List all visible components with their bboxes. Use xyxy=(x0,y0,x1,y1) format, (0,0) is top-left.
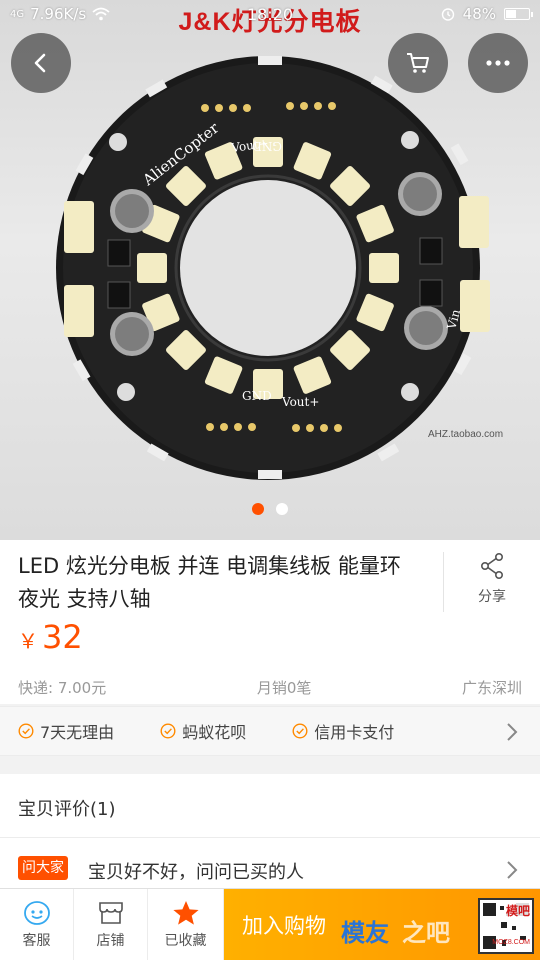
service-guarantees[interactable]: 7天无理由 蚂蚁花呗 信用卡支付 xyxy=(0,706,540,756)
more-button[interactable] xyxy=(468,33,528,93)
watermark-text: 之吧 xyxy=(402,920,450,947)
reviews-section[interactable]: 宝贝评价(1) xyxy=(0,774,540,838)
add-to-cart-label: 加入购物 xyxy=(242,913,326,938)
ask-buyers-row[interactable]: 问大家 宝贝好不好，问问已买的人 xyxy=(0,838,540,890)
customer-service-icon xyxy=(23,901,50,925)
favorite-tab[interactable]: 已收藏 xyxy=(148,889,224,960)
monthly-sales: 月销0笔 xyxy=(256,679,312,697)
price-value: 32 xyxy=(42,618,83,656)
image-shop-watermark: AHZ.taobao.com xyxy=(428,429,504,440)
service-label: 7天无理由 xyxy=(40,723,115,742)
product-photo: AlienCopter GND Vout+ GND Vout+ Vin xyxy=(56,56,490,480)
shipping-fee: 快递: 7.00元 xyxy=(18,679,107,697)
service-label: 信用卡支付 xyxy=(314,723,395,742)
star-icon xyxy=(172,901,199,925)
ask-badge: 问大家 xyxy=(18,856,68,880)
price-currency: ￥ xyxy=(18,629,38,653)
store-label: 店铺 xyxy=(96,933,125,949)
product-meta: 快递: 7.00元 月销0笔 广东深圳 xyxy=(18,677,522,698)
add-to-cart-button[interactable]: 加入购物 模友 之吧 模吧 MOZ8.COM xyxy=(224,889,540,960)
carousel-dot-active xyxy=(252,503,264,515)
led-pad xyxy=(369,253,399,283)
store-tab[interactable]: 店铺 xyxy=(74,889,148,960)
ask-text: 宝贝好不好，问问已买的人 xyxy=(88,862,304,883)
chevron-left-icon xyxy=(34,53,46,73)
battery-percent: 48% xyxy=(462,5,496,23)
watermark-url: MOZ8.COM xyxy=(492,939,530,946)
battery-icon xyxy=(504,8,533,20)
board-gnd-bottom-label: GND xyxy=(242,389,272,403)
ship-location: 广东深圳 xyxy=(461,679,522,697)
check-circle-icon xyxy=(160,723,176,739)
store-icon xyxy=(98,902,123,924)
back-button[interactable] xyxy=(11,33,71,93)
customer-service-label: 客服 xyxy=(22,933,51,949)
signal-indicator: 4G xyxy=(10,8,25,20)
reviews-title: 宝贝评价(1) xyxy=(18,799,116,820)
product-title: LED 炫光分电板 并连 电调集线板 能量环 夜光 支持八轴 xyxy=(18,554,401,611)
share-icon xyxy=(480,552,503,579)
product-image-carousel[interactable]: AlienCopter GND Vout+ GND Vout+ Vin J&K灯… xyxy=(0,0,540,540)
carousel-indicator xyxy=(0,503,540,515)
check-circle-icon xyxy=(292,723,308,739)
cart-icon xyxy=(407,53,429,73)
service-item: 信用卡支付 xyxy=(292,719,394,743)
service-label: 蚂蚁花呗 xyxy=(182,723,247,742)
network-speed: 7.96K/s xyxy=(30,5,87,23)
chevron-right-icon xyxy=(507,861,518,879)
more-horizontal-icon xyxy=(486,60,510,66)
status-bar: 4G 7.96K/s 18:20 48% xyxy=(0,0,540,28)
cart-button[interactable] xyxy=(388,33,448,93)
led-pad xyxy=(137,253,167,283)
service-item: 蚂蚁花呗 xyxy=(160,719,246,743)
service-item: 7天无理由 xyxy=(18,719,114,743)
favorite-label: 已收藏 xyxy=(164,933,207,949)
share-label: 分享 xyxy=(478,589,506,605)
wifi-icon xyxy=(92,7,110,21)
share-divider xyxy=(443,552,444,612)
product-info: LED 炫光分电板 并连 电调集线板 能量环 夜光 支持八轴 分享 ￥ 32 快… xyxy=(0,540,540,704)
bottom-action-bar: 客服 店铺 已收藏 加入购物 模友 之吧 模吧 MOZ8.COM xyxy=(0,888,540,960)
alarm-clock-icon xyxy=(441,8,454,21)
carousel-dot xyxy=(276,503,288,515)
watermark-text: 模友 xyxy=(341,920,389,947)
board-vout-bottom-label: Vout+ xyxy=(281,395,319,409)
chevron-right-icon xyxy=(507,723,518,741)
watermark-logo: 模吧 xyxy=(503,901,532,920)
customer-service-tab[interactable]: 客服 xyxy=(0,889,74,960)
product-price: ￥ 32 xyxy=(18,618,83,656)
share-button[interactable]: 分享 xyxy=(460,552,524,606)
check-circle-icon xyxy=(18,723,34,739)
